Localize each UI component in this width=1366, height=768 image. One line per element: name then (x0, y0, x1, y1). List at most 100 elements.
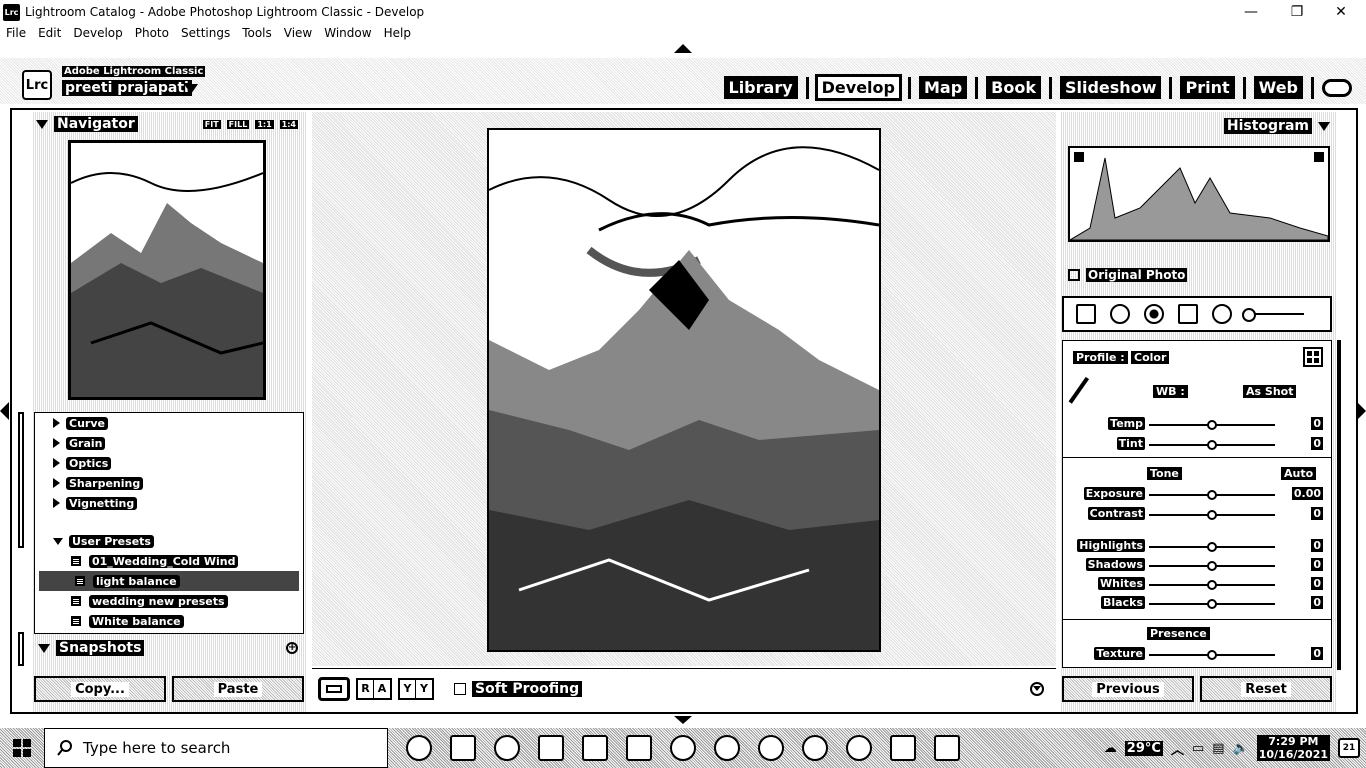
app-icon[interactable] (670, 735, 696, 761)
preset-group-optics[interactable]: Optics (35, 453, 303, 473)
original-photo[interactable]: Original Photo (1068, 268, 1188, 282)
minimize-button[interactable]: — (1228, 0, 1274, 24)
zoom-fit[interactable]: FIT (202, 119, 221, 129)
lightroom-icon[interactable] (934, 735, 960, 761)
navigator-preview[interactable] (68, 140, 266, 400)
slider-row[interactable]: Exposure 0.00 (1063, 487, 1325, 503)
app-icon[interactable] (802, 735, 828, 761)
slider-track[interactable] (1149, 580, 1275, 590)
slider-thumb[interactable] (1207, 580, 1217, 590)
slider-track[interactable] (1149, 420, 1275, 430)
before-after-ra[interactable]: R A (356, 677, 392, 700)
preset-item[interactable]: wedding new presets (35, 591, 303, 611)
module-library[interactable]: Library (723, 76, 798, 99)
module-develop[interactable]: Develop (814, 74, 902, 101)
image-canvas[interactable] (312, 112, 1056, 666)
slider-thumb[interactable] (1207, 420, 1217, 430)
module-map[interactable]: Map (918, 76, 968, 99)
crop-tool-icon[interactable] (1076, 304, 1096, 324)
module-slideshow[interactable]: Slideshow (1059, 76, 1162, 99)
copy-button[interactable]: Copy... (34, 676, 166, 702)
preset-item-selected[interactable]: light balance (39, 571, 299, 591)
module-web[interactable]: Web (1253, 76, 1303, 99)
file-explorer-icon[interactable] (538, 735, 564, 761)
slider-value[interactable]: 0 (1311, 647, 1323, 660)
slider-value[interactable]: 0 (1311, 507, 1323, 520)
profile-dropdown[interactable]: Color (1131, 351, 1170, 364)
brush-slider[interactable] (1242, 308, 1304, 322)
slider-value[interactable]: 0.00 (1291, 487, 1323, 500)
slider-row[interactable]: Temp 0 (1063, 417, 1325, 433)
menu-settings[interactable]: Settings (175, 26, 236, 40)
slider-row[interactable]: Texture 0 (1063, 647, 1325, 663)
add-snapshot-icon[interactable]: + (286, 642, 298, 654)
zoom-1-1[interactable]: 1:1 (255, 119, 274, 129)
top-panel-toggle-icon[interactable] (674, 44, 692, 53)
slider-row[interactable]: Tint 0 (1063, 437, 1325, 453)
graduated-filter-icon[interactable] (1178, 304, 1198, 324)
menu-view[interactable]: View (278, 26, 318, 40)
preset-item[interactable]: White balance (35, 611, 303, 631)
collapse-icon[interactable] (36, 119, 48, 129)
toolbar-menu-icon[interactable] (1030, 681, 1044, 696)
histogram[interactable] (1068, 146, 1330, 242)
slider-value[interactable]: 0 (1311, 437, 1323, 450)
menu-window[interactable]: Window (318, 26, 377, 40)
radial-filter-icon[interactable] (1212, 304, 1232, 324)
reset-button[interactable]: Reset (1200, 676, 1332, 702)
slider-value[interactable]: 0 (1311, 558, 1323, 571)
preset-group-grain[interactable]: Grain (35, 433, 303, 453)
left-scrollbar-lower[interactable] (18, 632, 24, 666)
paste-button[interactable]: Paste (172, 676, 304, 702)
network-icon[interactable]: ▤ (1212, 741, 1224, 756)
preset-group-vignetting[interactable]: Vignetting (35, 493, 303, 513)
module-book[interactable]: Book (986, 76, 1041, 99)
left-scrollbar[interactable] (18, 412, 24, 548)
chrome-icon[interactable] (714, 735, 740, 761)
preset-group-user[interactable]: User Presets (35, 531, 303, 551)
soft-proofing-checkbox[interactable] (454, 682, 466, 695)
slider-row[interactable]: Blacks 0 (1063, 596, 1325, 612)
histogram-header[interactable]: Histogram (1223, 118, 1330, 134)
spot-removal-tool-icon[interactable] (1110, 304, 1130, 324)
right-scrollbar[interactable] (1337, 340, 1341, 670)
slider-row[interactable]: Whites 0 (1063, 577, 1325, 593)
taskbar-search[interactable]: Type here to search (44, 728, 388, 768)
maximize-button[interactable]: ❐ (1274, 0, 1320, 24)
yy-right[interactable]: Y (416, 680, 432, 698)
weather-icon[interactable]: ☁ (1104, 741, 1117, 756)
profile-browser-icon[interactable] (1303, 347, 1323, 367)
wb-eyedropper-icon[interactable] (1068, 376, 1106, 416)
module-print[interactable]: Print (1180, 76, 1235, 99)
navigator-header[interactable]: Navigator FIT FILL 1:1 1:4 (32, 114, 306, 134)
zoom-1-4[interactable]: 1:4 (279, 119, 298, 129)
filmstrip-toggle-icon[interactable] (674, 716, 692, 724)
identity-dropdown-icon[interactable] (184, 84, 198, 94)
auto-tone-button[interactable]: Auto (1281, 467, 1317, 480)
user-name[interactable]: preeti prajapati (62, 80, 192, 96)
preset-group-sharpening[interactable]: Sharpening (35, 473, 303, 493)
collapse-icon[interactable] (1318, 121, 1330, 131)
wb-dropdown[interactable]: As Shot (1243, 385, 1297, 398)
slider-track[interactable] (1149, 510, 1275, 520)
ra-right[interactable]: A (374, 680, 390, 698)
preset-item[interactable]: 01_Wedding_Cold Wind (35, 551, 303, 571)
chevron-up-icon[interactable]: ︿ (1171, 739, 1184, 758)
yy-left[interactable]: Y (400, 679, 416, 698)
battery-icon[interactable]: ▭ (1192, 741, 1204, 756)
ra-left[interactable]: R (358, 679, 374, 698)
photo-preview[interactable] (487, 128, 881, 652)
slider-thumb[interactable] (1207, 490, 1217, 500)
task-view-icon[interactable] (450, 735, 476, 761)
snapshots-header[interactable]: Snapshots + (34, 638, 304, 658)
menu-tools[interactable]: Tools (236, 26, 278, 40)
slider-value[interactable]: 0 (1311, 539, 1323, 552)
close-button[interactable]: ✕ (1318, 0, 1364, 24)
notepad-icon[interactable] (890, 735, 916, 761)
slider-track[interactable] (1149, 599, 1275, 609)
red-eye-tool-icon[interactable] (1144, 304, 1164, 324)
illustrator-icon[interactable] (582, 735, 608, 761)
volume-icon[interactable]: 🔈 (1233, 741, 1249, 756)
before-after-yy[interactable]: Y Y (398, 677, 434, 700)
slider-thumb[interactable] (1207, 650, 1217, 660)
